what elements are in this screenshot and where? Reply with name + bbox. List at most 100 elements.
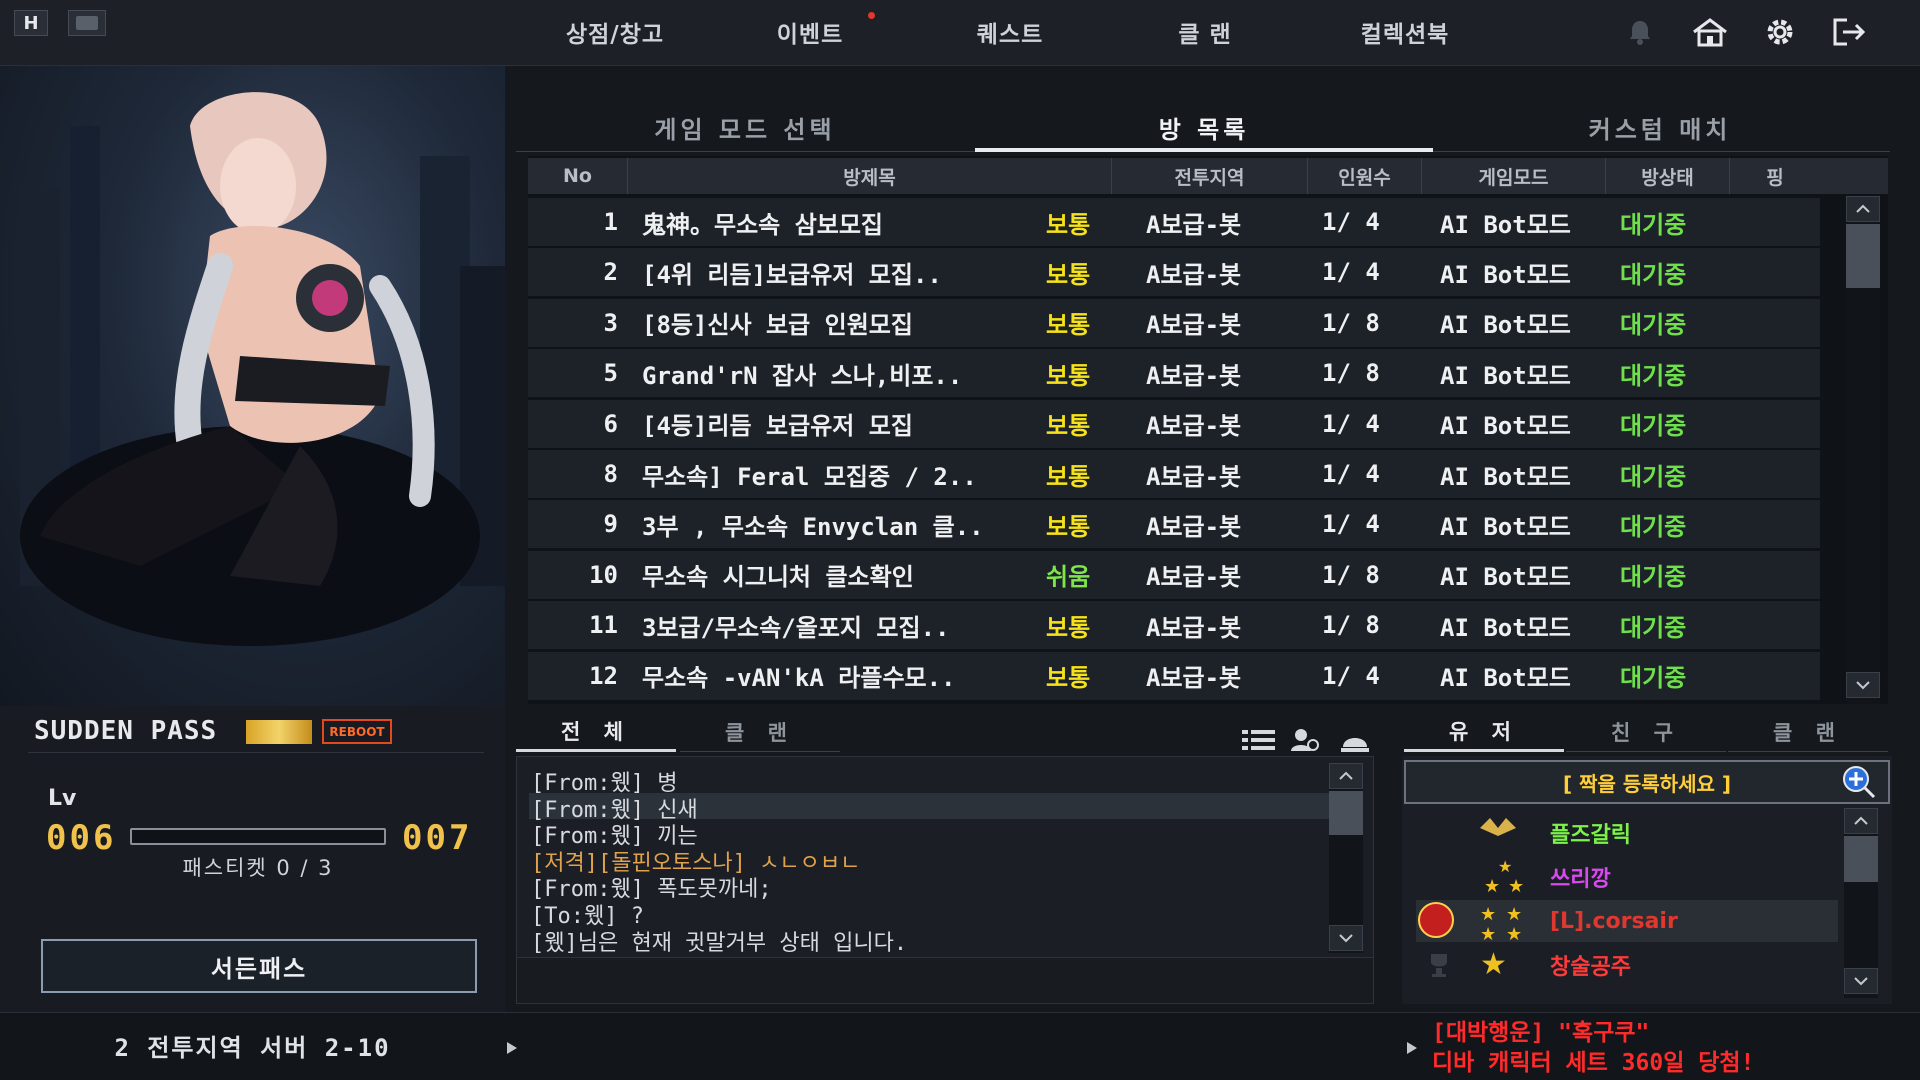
row-number: 1 [603,208,618,236]
pass-ticket-icon [246,720,312,744]
chat-tab-clan[interactable]: 클 랜 [680,712,840,752]
ticker-arrow-icon[interactable] [1406,1040,1418,1059]
header-ping[interactable]: 핑 [1730,158,1820,194]
scroll-up-button[interactable] [1846,196,1880,222]
bell-icon[interactable] [1620,14,1660,50]
row-player-count: 1/ 8 [1322,611,1380,640]
header-mode[interactable]: 게임모드 [1422,158,1606,194]
row-title: [8등]신사 보급 인원모집 [642,311,913,340]
row-game-mode: AI Bot모드 [1440,462,1571,491]
chat-scroll-down-button[interactable] [1329,925,1363,951]
room-list-table: No 방제목 전투지역 인원수 게임모드 방상태 핑 1 鬼神。무소속 삼보모집 보… [528,156,1888,704]
level-label: Lv [48,786,77,811]
row-room-state: 대기중 [1620,361,1687,390]
svg-text:★: ★ [1498,858,1512,876]
menu-quest[interactable]: 퀘스트 [940,14,1080,50]
user-scroll-up-button[interactable] [1844,808,1878,834]
user-scroll-down-button[interactable] [1844,968,1878,994]
event-notification-dot [868,12,875,19]
tab-custom-match[interactable]: 커스텀 매치 [1440,104,1880,150]
row-difficulty: 보통 [1046,462,1091,491]
user-search-icon[interactable] [1286,726,1324,754]
user-name: [L].corsair [1550,908,1678,934]
row-number: 8 [603,460,618,488]
row-room-state: 대기중 [1620,563,1687,592]
gear-icon[interactable] [1760,14,1800,50]
row-zone: A보급-봇 [1146,613,1242,642]
user-scroll-thumb[interactable] [1844,836,1878,882]
row-difficulty: 보통 [1046,512,1091,541]
row-title: 무소속 시그니처 클소확인 [642,563,914,592]
row-room-state: 대기중 [1620,412,1687,441]
table-row[interactable]: 3 [8등]신사 보급 인원모집 보통 A보급-봇 1/ 8 AI Bot모드 대기중 [528,298,1820,347]
chat-tab-all[interactable]: 전 체 [516,712,676,752]
row-room-state: 대기중 [1620,260,1687,289]
menu-clan[interactable]: 클 랜 [1135,14,1275,50]
table-row[interactable]: 5 Grand'rN 잡사 스나,비포.. 보통 A보급-봇 1/ 8 AI Bot모드 대… [528,349,1820,398]
add-pair-icon[interactable] [1838,762,1878,800]
table-row[interactable]: 10 무소속 시그니처 클소확인 쉬움 A보급-봇 1/ 8 AI Bot모드 대기중 [528,550,1820,599]
row-number: 12 [589,661,618,690]
row-room-state: 대기중 [1620,462,1687,491]
header-state[interactable]: 방상태 [1606,158,1730,194]
play-arrow-icon[interactable] [506,1040,518,1059]
header-no[interactable]: No [528,158,628,194]
user-tab-clan[interactable]: 클 랜 [1728,712,1888,752]
register-pair-button[interactable]: [ 짝을 등록하세요 ] [1404,760,1890,804]
table-row[interactable]: 6 [4등]리듬 보급유저 모집 보통 A보급-봇 1/ 4 AI Bot모드 대기중 [528,399,1820,448]
row-room-state: 대기중 [1620,613,1687,642]
sudden-pass-button[interactable]: 서든패스 [41,939,477,993]
tab-game-mode[interactable]: 게임 모드 선택 [560,104,930,150]
row-number: 6 [603,409,618,438]
row-difficulty: 보통 [1046,311,1091,340]
svg-text:★: ★ [1508,876,1524,894]
row-difficulty: 보통 [1046,260,1091,289]
list-icon[interactable] [1240,726,1278,754]
screen-capture-button[interactable] [68,10,106,36]
row-zone: A보급-봇 [1146,664,1242,693]
dome-icon[interactable] [1336,726,1374,754]
exit-icon[interactable] [1830,14,1870,50]
row-difficulty: 보통 [1046,412,1091,441]
chat-input[interactable] [517,957,1373,1003]
level-next: 007 [402,818,473,858]
header-title[interactable]: 방제목 [628,158,1112,194]
scroll-thumb[interactable] [1846,224,1880,288]
user-tab-users[interactable]: 유 저 [1404,712,1564,752]
table-row[interactable]: 2 [4위 리듬]보급유저 모집.. 보통 A보급-봇 1/ 4 AI Bot모드 대기중 [528,248,1820,297]
row-player-count: 1/ 4 [1322,460,1380,488]
table-row[interactable]: 12 무소속 -vAN'kA 라플수모.. 보통 A보급-봇 1/ 4 AI Bot모드 대… [528,651,1820,700]
table-row[interactable]: 9 3부 , 무소속 Envyclan 클.. 보통 A보급-봇 1/ 4 AI Bot모… [528,500,1820,549]
menu-collection-book[interactable]: 컬렉션북 [1330,14,1480,50]
tab-room-list[interactable]: 방 목록 [975,104,1433,150]
chat-scroll-thumb[interactable] [1329,791,1363,835]
menu-shop[interactable]: 상점/창고 [540,14,690,50]
user-list-item[interactable]: ★ ★ ★ 쓰리깡 [1416,856,1838,898]
home-icon[interactable] [1690,14,1730,50]
table-row[interactable]: 8 무소속] Feral 모집중 / 2.. 보통 A보급-봇 1/ 4 AI Bot모드… [528,450,1820,498]
user-list-item[interactable]: ★ 창술공주 [1416,944,1838,986]
table-row[interactable]: 11 3보급/무소속/올포지 모집.. 보통 A보급-봇 1/ 8 AI Bot모드 대기중 [528,601,1820,650]
row-title: Grand'rN 잡사 스나,비포.. [642,361,963,390]
row-number: 3 [603,308,618,337]
row-zone: A보급-봇 [1146,563,1242,592]
user-tab-friends[interactable]: 친 구 [1566,712,1726,752]
menu-event[interactable]: 이벤트 [740,14,880,50]
user-list-item[interactable]: 플즈갈릭 [1416,812,1838,854]
row-player-count: 1/ 8 [1322,308,1380,337]
server-label[interactable]: 2 전투지역 서버 2-10 [0,1028,505,1063]
header-count[interactable]: 인원수 [1308,158,1422,194]
row-zone: A보급-봇 [1146,210,1242,239]
header-zone[interactable]: 전투지역 [1112,158,1308,194]
scroll-down-button[interactable] [1846,672,1880,698]
row-number: 11 [589,611,618,640]
table-row[interactable]: 1 鬼神。무소속 삼보모집 보통 A보급-봇 1/ 4 AI Bot모드 대기중 [528,198,1820,246]
h-badge-button[interactable]: H [14,10,48,36]
svg-text:★: ★ [1480,947,1507,980]
row-title: [4등]리듬 보급유저 모집 [642,412,913,441]
chat-scroll-up-button[interactable] [1329,763,1363,789]
row-title: [4위 리듬]보급유저 모집.. [642,260,942,289]
user-list-item[interactable]: ★ ★ ★ ★ [L].corsair [1416,900,1838,945]
row-player-count: 1/ 4 [1322,510,1380,539]
ticker-line-1: [대박행운] "혹구쿠" [1432,1020,1650,1046]
